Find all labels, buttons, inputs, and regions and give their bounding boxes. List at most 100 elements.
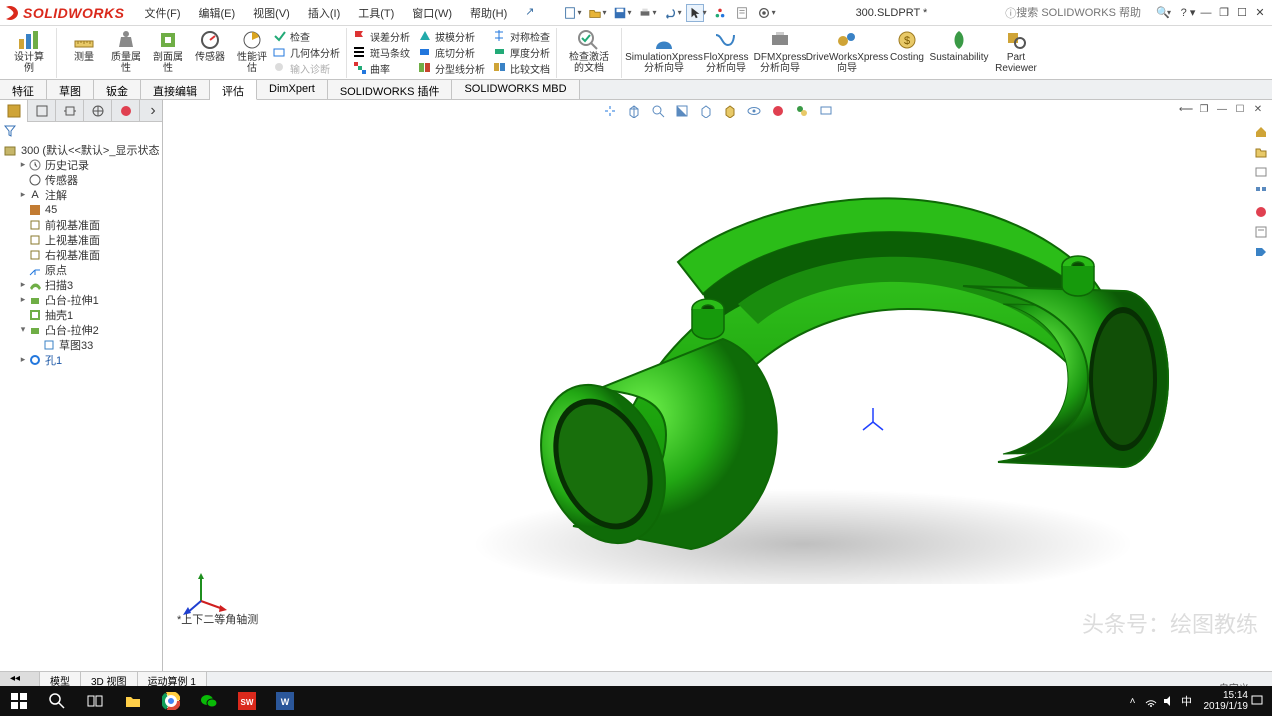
task-view[interactable] bbox=[76, 686, 114, 716]
fm-tab-tree[interactable] bbox=[0, 100, 28, 122]
task-chrome[interactable] bbox=[152, 686, 190, 716]
fm-tab-dimxpert[interactable] bbox=[84, 100, 112, 122]
tree-material[interactable]: 45 bbox=[4, 202, 160, 217]
menu-insert[interactable]: 插入(I) bbox=[304, 3, 344, 23]
tree-history[interactable]: ▸历史记录 bbox=[4, 157, 160, 172]
design-study-button[interactable]: 设计算例 bbox=[12, 28, 46, 74]
hide-show-button[interactable] bbox=[745, 102, 763, 120]
perf-eval-button[interactable]: 性能评估 bbox=[235, 28, 269, 74]
chevron-down-icon[interactable]: ▾ bbox=[703, 8, 707, 17]
view-orient-button[interactable] bbox=[697, 102, 715, 120]
taskpane-custom-props[interactable] bbox=[1253, 224, 1269, 240]
tree-boss1[interactable]: ▸凸台-拉伸1 bbox=[4, 292, 160, 307]
tab-sketch[interactable]: 草图 bbox=[47, 80, 94, 99]
menu-file[interactable]: 文件(F) bbox=[140, 3, 184, 23]
task-wechat[interactable] bbox=[190, 686, 228, 716]
restore-button[interactable]: ❐ bbox=[1215, 5, 1233, 21]
doc-tab-motion[interactable]: 运动算例 1 bbox=[138, 672, 207, 686]
tab-sheetmetal[interactable]: 钣金 bbox=[94, 80, 141, 99]
chevron-down-icon[interactable]: ▾ bbox=[678, 8, 682, 17]
caret-icon[interactable]: ▸ bbox=[18, 189, 28, 200]
check-active-doc-button[interactable]: 检查激活的文档 bbox=[567, 28, 611, 74]
rebuild-button[interactable] bbox=[711, 4, 729, 22]
start-button[interactable] bbox=[0, 686, 38, 716]
caret-icon[interactable]: ▾ bbox=[18, 324, 28, 335]
edit-appearance-button[interactable] bbox=[769, 102, 787, 120]
taskpane-home[interactable] bbox=[1253, 124, 1269, 140]
doc-tab-3dview[interactable]: 3D 视图 bbox=[81, 672, 138, 686]
help-dropdown[interactable]: ? ▾ bbox=[1179, 5, 1197, 21]
subwin-collapse[interactable]: ⟵ bbox=[1178, 102, 1194, 116]
parting-line-button[interactable]: 分型线分析 bbox=[418, 60, 485, 76]
display-style-button[interactable] bbox=[721, 102, 739, 120]
minimize-button[interactable]: — bbox=[1197, 5, 1215, 21]
subwin-minimize[interactable]: — bbox=[1214, 102, 1230, 116]
taskbar-clock[interactable]: 15:14 2019/1/19 bbox=[1204, 690, 1249, 712]
tray-ime-icon[interactable]: 中 bbox=[1178, 686, 1196, 716]
menu-edit[interactable]: 编辑(E) bbox=[195, 3, 240, 23]
floxpress-button[interactable]: FloXpress分析向导 bbox=[704, 28, 748, 74]
task-solidworks[interactable]: SW bbox=[228, 686, 266, 716]
tree-annotations[interactable]: ▸A注解 bbox=[4, 187, 160, 202]
subwin-maximize[interactable]: ☐ bbox=[1232, 102, 1248, 116]
geometry-analysis-button[interactable]: 几何体分析 bbox=[273, 44, 340, 60]
costing-button[interactable]: $Costing bbox=[890, 28, 924, 63]
chevron-down-icon[interactable]: ▾ bbox=[628, 8, 632, 17]
fm-filter-row[interactable] bbox=[0, 122, 162, 140]
caret-icon[interactable]: ▸ bbox=[18, 354, 28, 365]
draft-analysis-button[interactable]: 拔模分析 bbox=[418, 28, 485, 44]
curvature-button[interactable]: 曲率 bbox=[353, 60, 410, 76]
mass-props-button[interactable]: 质量属性 bbox=[109, 28, 143, 74]
zoom-area-button[interactable] bbox=[625, 102, 643, 120]
doc-tab-nav[interactable]: ◂◂ ▸▸ bbox=[0, 672, 40, 686]
compare-docs-button[interactable]: 比较文档 bbox=[493, 60, 550, 76]
tree-hole1[interactable]: ▸孔1 bbox=[4, 352, 160, 367]
driveworksxpress-button[interactable]: DriveWorksXpress向导 bbox=[812, 28, 882, 74]
fm-tab-config[interactable] bbox=[56, 100, 84, 122]
task-search[interactable] bbox=[38, 686, 76, 716]
thickness-analysis-button[interactable]: 厚度分析 bbox=[493, 44, 550, 60]
close-button[interactable]: ✕ bbox=[1251, 5, 1269, 21]
options-button[interactable] bbox=[755, 4, 773, 22]
undercut-analysis-button[interactable]: 底切分析 bbox=[418, 44, 485, 60]
tray-notifications-icon[interactable] bbox=[1248, 686, 1266, 716]
tree-sweep[interactable]: ▸扫描3 bbox=[4, 277, 160, 292]
prev-view-button[interactable] bbox=[649, 102, 667, 120]
tab-evaluate[interactable]: 评估 bbox=[210, 80, 257, 100]
tab-features[interactable]: 特征 bbox=[0, 80, 47, 99]
menu-window[interactable]: 窗口(W) bbox=[408, 3, 456, 23]
sensor-button[interactable]: 传感器 bbox=[193, 28, 227, 63]
chevron-down-icon[interactable]: ▾ bbox=[603, 8, 607, 17]
fm-tab-display[interactable] bbox=[112, 100, 140, 122]
tray-volume-icon[interactable] bbox=[1160, 686, 1178, 716]
tab-addins[interactable]: SOLIDWORKS 插件 bbox=[328, 80, 453, 99]
tree-root[interactable]: 300 (默认<<默认>_显示状态 1>) bbox=[4, 142, 160, 157]
tree-front-plane[interactable]: 前视基准面 bbox=[4, 217, 160, 232]
caret-icon[interactable]: ▸ bbox=[18, 159, 28, 170]
search-input[interactable] bbox=[1016, 7, 1156, 19]
view-settings-button[interactable] bbox=[817, 102, 835, 120]
tree-origin[interactable]: 原点 bbox=[4, 262, 160, 277]
tab-dimxpert[interactable]: DimXpert bbox=[257, 80, 328, 99]
menu-tools[interactable]: 工具(T) bbox=[354, 3, 398, 23]
taskpane-explorer[interactable] bbox=[1253, 164, 1269, 180]
open-button[interactable] bbox=[586, 4, 604, 22]
fm-tab-property[interactable] bbox=[28, 100, 56, 122]
save-button[interactable] bbox=[611, 4, 629, 22]
sustainability-button[interactable]: Sustainability bbox=[932, 28, 986, 63]
graphics-viewport[interactable]: ⟵ ❐ — ☐ ✕ bbox=[163, 100, 1272, 671]
help-search[interactable]: ⓘ 🔍▾ bbox=[1005, 5, 1173, 21]
maximize-button[interactable]: ☐ bbox=[1233, 5, 1251, 21]
check-entity-button[interactable]: 检查 bbox=[273, 28, 340, 44]
tab-mbd[interactable]: SOLIDWORKS MBD bbox=[452, 80, 579, 99]
part-reviewer-button[interactable]: PartReviewer bbox=[994, 28, 1038, 74]
tree-right-plane[interactable]: 右视基准面 bbox=[4, 247, 160, 262]
new-button[interactable] bbox=[561, 4, 579, 22]
measure-button[interactable]: 测量 bbox=[67, 28, 101, 63]
tree-sketch33[interactable]: 草图33 bbox=[4, 337, 160, 352]
undo-button[interactable] bbox=[661, 4, 679, 22]
tree-boss2[interactable]: ▾凸台-拉伸2 bbox=[4, 322, 160, 337]
taskpane-view-palette[interactable] bbox=[1253, 184, 1269, 200]
menu-help[interactable]: 帮助(H) bbox=[466, 3, 511, 23]
taskpane-design-lib[interactable] bbox=[1253, 144, 1269, 160]
